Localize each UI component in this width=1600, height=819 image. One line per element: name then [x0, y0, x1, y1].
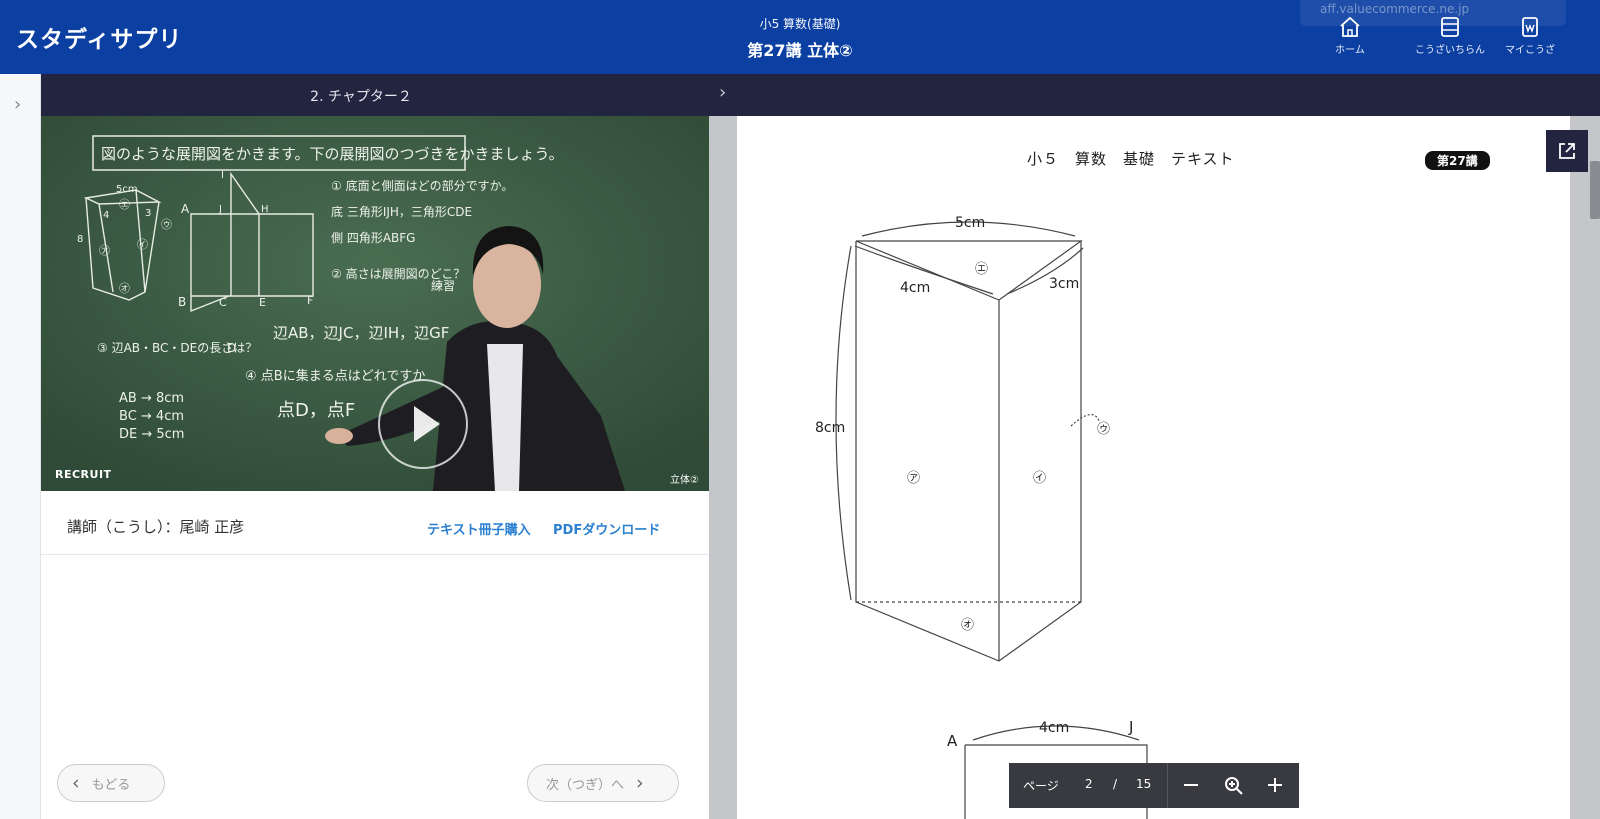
lesson-info-panel: 講師（こうし）：尾崎 正彦 テキスト冊子購入 PDFダウンロード ‹ もどる 次…	[41, 491, 709, 819]
face-u-label: ㋒	[1097, 422, 1110, 437]
face-a-label: ㋐	[907, 471, 920, 486]
board-note-bc: BC → 4cm	[119, 409, 184, 424]
open-external-button[interactable]	[1546, 130, 1588, 172]
board-label-j: J	[218, 204, 222, 215]
teacher-name: 講師（こうし）：尾崎 正彦	[67, 518, 245, 536]
board-note-de: DE → 5cm	[119, 427, 184, 442]
open-external-icon	[1559, 143, 1575, 159]
nav-home-label: ホーム	[1335, 45, 1365, 56]
board-note-1: ① 底面と側面はどの部分ですか。	[331, 178, 513, 193]
catalog-icon	[1441, 17, 1459, 37]
side-rail: ›	[0, 74, 41, 819]
nav-catalog[interactable]: こうざいちらん	[1410, 16, 1490, 56]
pdf-toolbar: ページ 2 / 15	[1009, 763, 1299, 808]
pdf-viewer: › 小５ 算数 基礎 テキスト 第27講 5cm 4cm 3cm 8cm ㋓ ㋐…	[709, 74, 1600, 819]
edge-left-4cm: 4cm	[900, 280, 930, 296]
pdf-scrollbar-thumb[interactable]	[1590, 161, 1600, 219]
app-header: スタディサプリ aff.valuecommerce.ne.jp 小5 算数(基礎…	[0, 0, 1600, 74]
total-pages: 15	[1136, 777, 1152, 791]
face-e-label: ㋓	[975, 262, 988, 277]
face-i-label: ㋑	[1033, 471, 1046, 486]
buy-text-link[interactable]: テキスト冊子購入	[427, 519, 531, 538]
nav-catalog-label: こうざいちらん	[1415, 45, 1485, 56]
nav-my-course[interactable]: マイこうざ	[1500, 16, 1560, 56]
board-note-2: 底 三角形IJH，三角形CDE	[331, 204, 472, 219]
my-course-icon	[1522, 17, 1538, 37]
pdf-page: 小５ 算数 基礎 テキスト 第27講 5cm 4cm 3cm 8cm ㋓ ㋐ ㋑…	[737, 116, 1570, 819]
home-icon	[1340, 16, 1360, 37]
back-button-label: もどる	[91, 777, 131, 793]
minus-icon	[1184, 784, 1198, 786]
board-cube-5cm: 5cm	[116, 184, 138, 195]
board-label-c: C	[219, 296, 227, 309]
pdf-download-link[interactable]: PDFダウンロード	[553, 519, 660, 538]
zoom-icon	[1225, 777, 1243, 795]
nav-my-course-label: マイこうざ	[1505, 45, 1555, 56]
chapter-bar: 2. チャプター２ ‹	[41, 74, 733, 116]
board-cube-3: 3	[145, 208, 151, 219]
next-button[interactable]: 次（つぎ）へ ›	[527, 764, 679, 802]
course-title: 第27講 立体②	[747, 41, 853, 60]
board-note-edges: 辺AB，辺JC，辺IH，辺GF	[273, 324, 449, 342]
zoom-reset-button[interactable]	[1213, 763, 1253, 808]
board-cube-4: 4	[103, 210, 109, 221]
plus-icon	[1268, 778, 1282, 792]
page-separator: /	[1113, 777, 1118, 791]
board-label-e: E	[259, 296, 266, 309]
pdf-expand-icon[interactable]: ›	[719, 82, 726, 103]
chevron-left-icon: ‹	[72, 772, 80, 794]
face-o-label: ㋔	[961, 618, 974, 633]
next-button-label: 次（つぎ）へ	[546, 777, 625, 793]
info-divider	[41, 554, 709, 555]
board-cube-u: ㋒	[161, 218, 172, 231]
course-titles: 小5 算数(基礎) 第27講 立体②	[680, 15, 920, 61]
board-note-5: ③ 辺AB・BC・DEの長さは？	[97, 341, 257, 355]
board-note-ab: AB → 8cm	[119, 391, 184, 406]
recruit-logo: RECRUIT	[55, 468, 112, 481]
board-cube-a: ㋐	[99, 244, 110, 257]
board-label-i: I	[221, 170, 224, 181]
zoom-out-button[interactable]	[1171, 763, 1211, 808]
course-subtitle: 小5 算数(基礎)	[759, 17, 841, 31]
board-note-6: ④ 点Bに集まる点はどれですか	[245, 368, 425, 384]
board-cube-o: ㋔	[119, 282, 130, 295]
prism-diagram: 5cm 4cm 3cm 8cm ㋓ ㋐ ㋑ ㋒ ㋔ A J 4cm	[815, 215, 1148, 819]
current-page-input[interactable]: 2	[1085, 777, 1093, 791]
board-label-h: H	[261, 204, 269, 215]
edge-right-3cm: 3cm	[1049, 276, 1079, 292]
page-label: ページ	[1023, 779, 1059, 793]
net-label-a: A	[947, 732, 958, 750]
board-note-3: 側 四角形ABFG	[331, 231, 415, 245]
board-cube-i: ㋑	[137, 238, 148, 251]
board-heading: 図のような展開図をかきます。下の展開図のつづきをかきましょう。	[101, 145, 564, 163]
board-note-practice: 練習	[431, 279, 455, 293]
pdf-top-bar: ›	[709, 74, 1600, 116]
play-button[interactable]	[378, 379, 468, 469]
board-cube-e: ㋓	[119, 198, 130, 211]
edge-top-5cm: 5cm	[955, 215, 985, 231]
video-caption: 立体②	[670, 475, 699, 486]
video-player[interactable]: 図のような展開図をかきます。下の展開図のつづきをかきましょう。 5cm 4 3 …	[41, 116, 709, 491]
board-label-a: A	[181, 202, 190, 216]
board-note-answer: 点D，点F	[277, 400, 355, 421]
height-8cm: 8cm	[815, 420, 845, 436]
back-button[interactable]: ‹ もどる	[57, 764, 165, 802]
toolbar-divider	[1167, 763, 1168, 808]
chevron-right-icon: ›	[636, 772, 644, 794]
chapter-title: 2. チャプター２	[310, 89, 412, 105]
nav-home[interactable]: ホーム	[1320, 16, 1380, 56]
rail-expand-icon[interactable]: ›	[14, 94, 21, 115]
blackboard-frame: 図のような展開図をかきます。下の展開図のつづきをかきましょう。 5cm 4 3 …	[41, 116, 709, 491]
board-label-f: F	[307, 294, 313, 307]
net-label-j: J	[1128, 718, 1133, 736]
app-logo[interactable]: スタディサプリ	[16, 20, 182, 54]
zoom-in-button[interactable]	[1255, 763, 1295, 808]
net-edge-4cm: 4cm	[1039, 720, 1069, 736]
board-cube-8: 8	[77, 234, 83, 245]
board-label-b: B	[178, 295, 186, 309]
